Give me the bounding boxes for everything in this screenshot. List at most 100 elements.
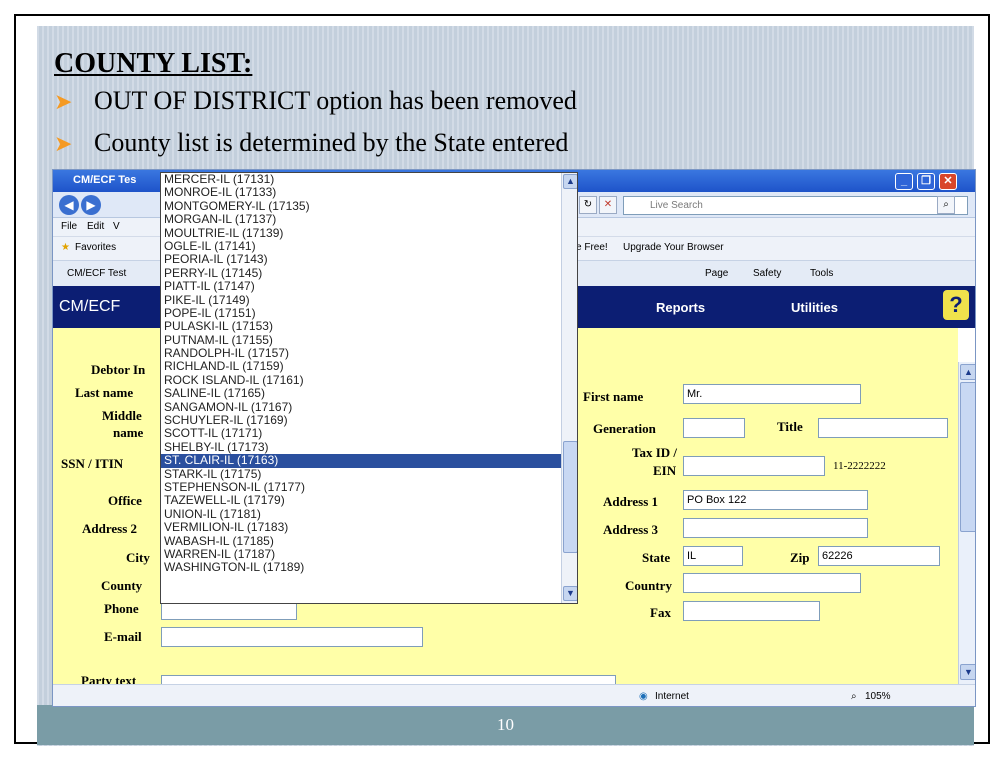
scroll-down-icon[interactable]: ▼ xyxy=(563,586,577,601)
county-dropdown-list[interactable]: MERCER-IL (17131) MONROE-IL (17133) MONTGO… xyxy=(160,172,578,604)
county-option[interactable]: ST. CLAIR-IL (17163) xyxy=(161,453,561,468)
maximize-button[interactable]: ❐ xyxy=(917,173,935,190)
scroll-thumb[interactable] xyxy=(563,441,577,553)
refresh-icon[interactable]: ↻ xyxy=(579,196,597,214)
slide-page-number: 10 xyxy=(37,705,974,745)
county-option[interactable]: WARREN-IL (17187) xyxy=(161,547,561,561)
zoom-level[interactable]: 105% xyxy=(865,691,891,702)
minimize-button[interactable]: _ xyxy=(895,173,913,190)
dropdown-scrollbar[interactable]: ▲ ▼ xyxy=(561,173,577,603)
menu-utilities[interactable]: Utilities xyxy=(791,300,838,315)
favorites-button[interactable]: Favorites xyxy=(75,242,116,253)
county-option[interactable]: MOULTRIE-IL (17139) xyxy=(161,226,561,240)
first-name-field[interactable]: Mr. xyxy=(683,384,861,404)
county-option[interactable]: ROCK ISLAND-IL (17161) xyxy=(161,373,561,387)
zoom-icon[interactable]: ⌕ xyxy=(851,691,857,702)
fav-link-free[interactable]: e Free! xyxy=(576,242,608,253)
county-option[interactable]: OGLE-IL (17141) xyxy=(161,239,561,253)
page-menu[interactable]: Page xyxy=(705,268,728,279)
state-label: State xyxy=(642,550,671,565)
zip-field[interactable]: 62226 xyxy=(818,546,940,566)
county-option[interactable]: RICHLAND-IL (17159) xyxy=(161,360,561,374)
menu-edit[interactable]: Edit xyxy=(87,221,104,232)
arrow-bullet-icon: ➤ xyxy=(54,131,73,156)
county-option[interactable]: STARK-IL (17175) xyxy=(161,467,561,481)
last-name-label: Last name xyxy=(75,385,134,400)
fax-label: Fax xyxy=(650,605,671,620)
back-icon[interactable]: ◀ xyxy=(59,195,79,215)
county-option[interactable]: VERMILION-IL (17183) xyxy=(161,520,561,534)
page-scrollbar[interactable]: ▲ ▼ xyxy=(958,362,975,684)
county-option[interactable]: SHELBY-IL (17173) xyxy=(161,440,561,454)
menu-file[interactable]: File xyxy=(61,221,77,232)
search-input[interactable]: Live Search xyxy=(623,196,968,215)
county-option[interactable]: TAZEWELL-IL (17179) xyxy=(161,493,561,507)
middle-name-label-2: name xyxy=(113,425,144,440)
forward-icon[interactable]: ▶ xyxy=(81,195,101,215)
scroll-up-icon[interactable]: ▲ xyxy=(563,174,577,189)
slide-bullet-2: ➤ County list is determined by the State … xyxy=(54,128,568,158)
county-option[interactable]: WASHINGTON-IL (17189) xyxy=(161,560,561,574)
scroll-up-icon[interactable]: ▲ xyxy=(960,364,975,380)
county-option[interactable]: SANGAMON-IL (17167) xyxy=(161,400,561,414)
help-icon[interactable]: ? xyxy=(943,290,969,320)
party-text-label: Party text xyxy=(81,673,137,684)
fax-field[interactable] xyxy=(683,601,820,621)
scroll-down-icon[interactable]: ▼ xyxy=(960,664,975,680)
state-field[interactable]: IL xyxy=(683,546,743,566)
address2-label: Address 2 xyxy=(82,521,138,536)
county-option[interactable]: POPE-IL (17151) xyxy=(161,306,561,320)
safety-menu[interactable]: Safety xyxy=(753,268,781,279)
tools-menu[interactable]: Tools xyxy=(810,268,833,279)
status-bar: ◉ Internet ⌕ 105% xyxy=(53,684,975,706)
county-options: MERCER-IL (17131) MONROE-IL (17133) MONTGO… xyxy=(161,173,561,575)
county-label: County xyxy=(101,578,143,593)
address1-label: Address 1 xyxy=(603,494,659,509)
fav-link-upgrade[interactable]: Upgrade Your Browser xyxy=(623,242,724,253)
county-option[interactable]: PIATT-IL (17147) xyxy=(161,279,561,293)
county-option[interactable]: PERRY-IL (17145) xyxy=(161,266,561,280)
search-icon[interactable]: ⌕ xyxy=(937,196,955,214)
county-option[interactable]: MORGAN-IL (17137) xyxy=(161,212,561,226)
zip-label: Zip xyxy=(790,550,810,565)
ein-label: EIN xyxy=(653,463,677,478)
menu-reports[interactable]: Reports xyxy=(656,300,705,315)
county-option[interactable]: STEPHENSON-IL (17177) xyxy=(161,480,561,494)
address3-field[interactable] xyxy=(683,518,868,538)
county-option[interactable]: SALINE-IL (17165) xyxy=(161,386,561,400)
county-option[interactable]: UNION-IL (17181) xyxy=(161,507,561,521)
county-option[interactable]: PUTNAM-IL (17155) xyxy=(161,333,561,347)
county-option[interactable]: SCOTT-IL (17171) xyxy=(161,427,561,441)
county-option[interactable]: SCHUYLER-IL (17169) xyxy=(161,413,561,427)
county-option[interactable]: WABASH-IL (17185) xyxy=(161,534,561,548)
email-field[interactable] xyxy=(161,627,423,647)
county-option[interactable]: PIKE-IL (17149) xyxy=(161,293,561,307)
scroll-thumb[interactable] xyxy=(960,382,975,532)
address1-field[interactable]: PO Box 122 xyxy=(683,490,868,510)
close-button[interactable]: ✕ xyxy=(939,173,957,190)
county-option[interactable]: MERCER-IL (17131) xyxy=(161,173,561,186)
bullet-text: County list is determined by the State e… xyxy=(94,128,569,157)
generation-field[interactable] xyxy=(683,418,745,438)
county-option[interactable]: PEORIA-IL (17143) xyxy=(161,252,561,266)
status-zone: Internet xyxy=(655,691,689,702)
arrow-bullet-icon: ➤ xyxy=(54,89,73,114)
menu-view[interactable]: V xyxy=(113,221,120,232)
address3-label: Address 3 xyxy=(603,522,659,537)
country-label: Country xyxy=(625,578,672,593)
generation-label: Generation xyxy=(593,421,656,436)
county-option[interactable]: PULASKI-IL (17153) xyxy=(161,319,561,333)
phone-label: Phone xyxy=(104,601,139,616)
ssn-label: SSN / ITIN xyxy=(61,456,124,471)
title-field[interactable] xyxy=(818,418,948,438)
county-option[interactable]: RANDOLPH-IL (17157) xyxy=(161,346,561,360)
country-field[interactable] xyxy=(683,573,861,593)
stop-icon[interactable]: ✕ xyxy=(599,196,617,214)
party-text-field[interactable] xyxy=(161,675,616,684)
debtor-info-heading: Debtor In xyxy=(91,362,146,377)
taxid-field[interactable] xyxy=(683,456,825,476)
county-option[interactable]: MONROE-IL (17133) xyxy=(161,185,561,199)
middle-name-label: Middle xyxy=(102,408,142,423)
county-option[interactable]: MONTGOMERY-IL (17135) xyxy=(161,199,561,213)
tab-cmecf[interactable]: CM/ECF Test xyxy=(67,268,126,279)
